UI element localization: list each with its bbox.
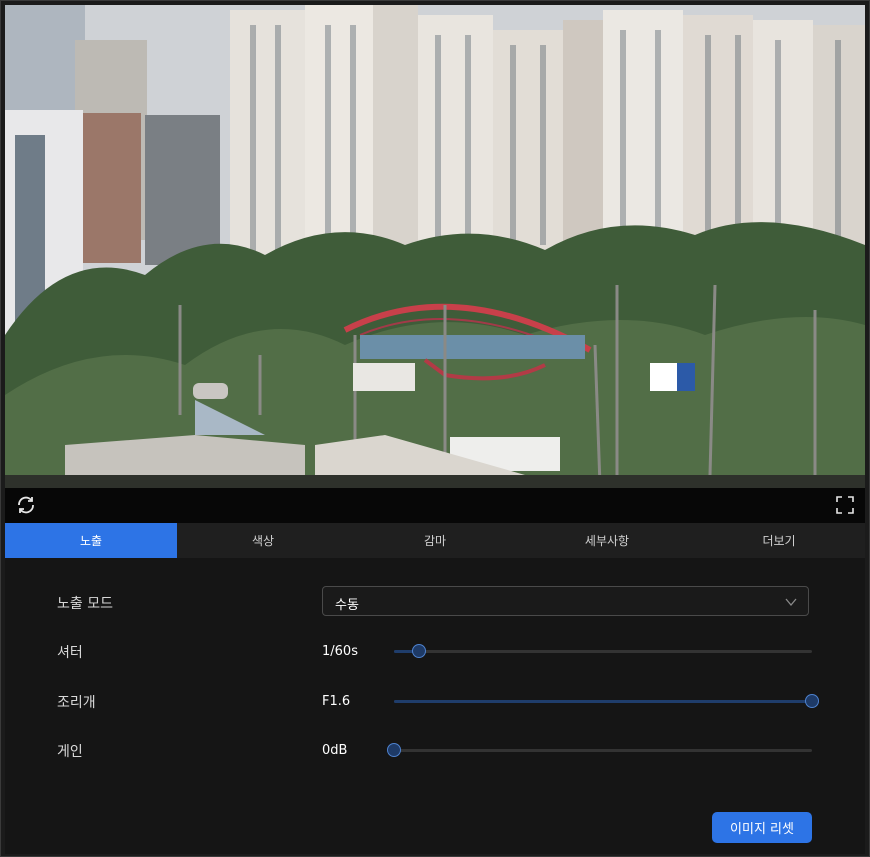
fullscreen-icon[interactable] — [835, 495, 855, 515]
iris-slider[interactable] — [394, 694, 819, 708]
iris-slider-fill — [394, 700, 812, 703]
chevron-down-icon — [785, 598, 797, 607]
gain-slider-track — [394, 749, 812, 752]
tab-color[interactable]: 색상 — [177, 523, 349, 558]
camera-settings-window: 노출 색상 감마 세부사항 더보기 노출 모드 수동 셔터 1/60s 조리개 … — [0, 0, 870, 857]
iris-slider-thumb[interactable] — [805, 694, 819, 708]
settings-tabs: 노출 색상 감마 세부사항 더보기 — [5, 523, 865, 558]
refresh-icon[interactable] — [15, 494, 37, 516]
exposure-panel: 노출 모드 수동 셔터 1/60s 조리개 F1.6 게인 0dB 이미지 리셋 — [5, 558, 865, 854]
gain-slider-thumb[interactable] — [387, 743, 401, 757]
shutter-slider-track — [394, 650, 812, 653]
iris-label: 조리개 — [57, 695, 96, 711]
image-reset-button[interactable]: 이미지 리셋 — [712, 812, 812, 843]
gain-label: 게인 — [57, 744, 83, 760]
shutter-slider[interactable] — [394, 644, 812, 658]
shutter-label: 셔터 — [57, 645, 83, 661]
exposure-mode-label: 노출 모드 — [57, 596, 113, 612]
camera-preview-image — [5, 5, 865, 488]
tab-gamma[interactable]: 감마 — [349, 523, 521, 558]
tab-more[interactable]: 더보기 — [693, 523, 865, 558]
exposure-mode-value: 수동 — [335, 598, 359, 613]
shutter-value: 1/60s — [322, 644, 358, 659]
exposure-mode-select[interactable]: 수동 — [322, 586, 809, 616]
gain-value: 0dB — [322, 743, 348, 758]
tab-detail[interactable]: 세부사항 — [521, 523, 693, 558]
preview-toolbar — [5, 488, 865, 523]
tab-exposure[interactable]: 노출 — [5, 523, 177, 558]
gain-slider[interactable] — [387, 743, 812, 757]
shutter-slider-thumb[interactable] — [412, 644, 427, 658]
iris-value: F1.6 — [322, 694, 351, 709]
camera-preview — [5, 5, 865, 488]
